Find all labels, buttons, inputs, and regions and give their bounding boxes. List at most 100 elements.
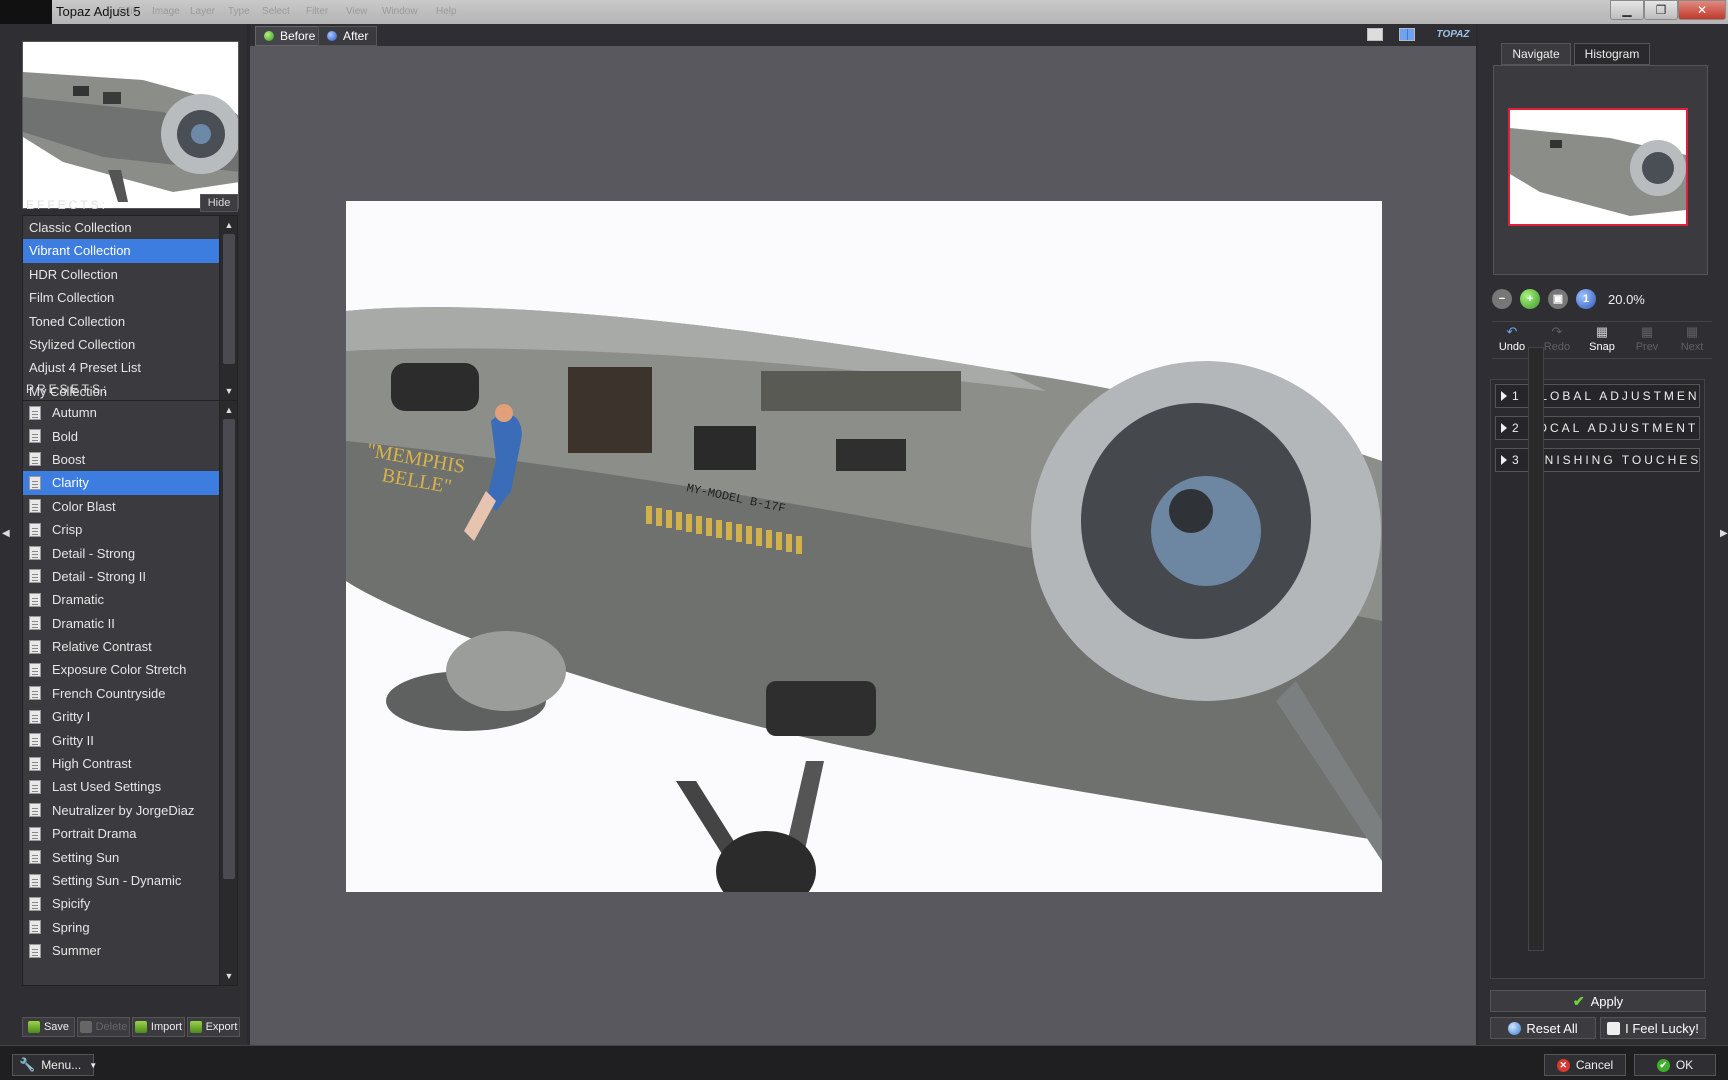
preset-file-icon [29, 920, 41, 935]
next-label: Next [1680, 341, 1704, 353]
collapse-right-icon[interactable]: ▶ [1720, 528, 1728, 539]
before-tab[interactable]: Before [255, 26, 325, 46]
menu-layer: Layer [190, 6, 216, 17]
apply-button[interactable]: ✔ Apply [1490, 990, 1706, 1012]
finishing-touches-section[interactable]: 3 FINISHING TOUCHES [1495, 448, 1700, 472]
import-icon [134, 1021, 147, 1033]
effect-item[interactable]: HDR Collection [23, 263, 237, 286]
export-preset-button[interactable]: Export [187, 1017, 240, 1037]
preset-item[interactable]: Summer [23, 939, 237, 962]
hide-preview-button[interactable]: Hide [200, 194, 238, 212]
preset-label: Portrait Drama [52, 826, 137, 842]
delete-preset-button[interactable]: Delete [77, 1017, 130, 1037]
preset-item[interactable]: Crisp [23, 518, 237, 541]
check-icon: ✔ [1572, 992, 1585, 1009]
split-view-icon[interactable] [1399, 28, 1415, 41]
preset-file-icon [29, 592, 41, 607]
effect-item[interactable]: Adjust 4 Preset List [23, 356, 237, 379]
scroll-down-icon[interactable]: ▼ [222, 384, 236, 398]
preset-label: Gritty II [52, 732, 94, 748]
next-button[interactable]: ▦ Next [1672, 322, 1712, 358]
preview-canvas: Before After TOPAZ "MEMPHIS BELLE" MY-MO… [250, 24, 1476, 1045]
main-image[interactable]: "MEMPHIS BELLE" MY-MODEL B-17F [346, 201, 1382, 892]
preset-item[interactable]: Detail - Strong II [23, 565, 237, 588]
actual-size-icon[interactable]: 1 [1576, 289, 1596, 309]
navigator-thumbnail[interactable] [1508, 108, 1688, 226]
preset-file-icon [29, 452, 41, 467]
preset-item[interactable]: Neutralizer by JorgeDiaz [23, 799, 237, 822]
preset-item[interactable]: Spicify [23, 892, 237, 915]
histogram-tab[interactable]: Histogram [1574, 43, 1650, 65]
save-preset-button[interactable]: Save [22, 1017, 75, 1037]
cancel-button[interactable]: ✕ Cancel [1544, 1054, 1626, 1076]
preset-item[interactable]: Detail - Strong [23, 541, 237, 564]
local-adjustments-section[interactable]: 2 LOCAL ADJUSTMENTS [1495, 416, 1700, 440]
preset-item[interactable]: Portrait Drama [23, 822, 237, 845]
preset-item[interactable]: Bold [23, 424, 237, 447]
zoom-in-icon[interactable]: + [1520, 289, 1540, 309]
scroll-up-icon[interactable]: ▲ [222, 403, 236, 417]
fit-to-window-icon[interactable]: ▣ [1548, 289, 1568, 309]
preset-item[interactable]: High Contrast [23, 752, 237, 775]
prev-button[interactable]: ▦ Prev [1627, 322, 1667, 358]
zoom-out-icon[interactable]: − [1492, 289, 1512, 309]
after-tab[interactable]: After [318, 26, 378, 46]
scroll-down-icon[interactable]: ▼ [222, 969, 236, 983]
preset-item[interactable]: French Countryside [23, 682, 237, 705]
preset-label: Dramatic II [52, 615, 115, 631]
presets-scrollbar[interactable]: ▲ ▼ [219, 401, 237, 985]
effects-scrollbar[interactable]: ▲ ▼ [219, 216, 237, 400]
minimize-button[interactable]: ▁ [1610, 0, 1644, 20]
preset-item[interactable]: Last Used Settings [23, 775, 237, 798]
preset-item[interactable]: Spring [23, 916, 237, 939]
effect-item[interactable]: Stylized Collection [23, 333, 237, 356]
preset-label: Neutralizer by JorgeDiaz [52, 802, 195, 818]
presets-heading: PRESETS: [26, 382, 110, 396]
global-adjustments-section[interactable]: 1 GLOBAL ADJUSTMENTS [1495, 384, 1700, 408]
close-button[interactable]: ✕ [1678, 0, 1726, 20]
preset-item[interactable]: Color Blast [23, 495, 237, 518]
preset-item[interactable]: Dramatic II [23, 612, 237, 635]
preset-label: Relative Contrast [52, 639, 152, 655]
preset-item[interactable]: Setting Sun - Dynamic [23, 869, 237, 892]
snap-button[interactable]: ▦ Snap [1582, 322, 1622, 358]
effect-item-selected[interactable]: Vibrant Collection [23, 239, 237, 263]
effect-item[interactable]: Film Collection [23, 286, 237, 309]
before-dot-icon [264, 31, 274, 41]
preset-item-selected[interactable]: Clarity [23, 471, 237, 495]
preset-item[interactable]: Dramatic [23, 588, 237, 611]
redo-label: Redo [1543, 341, 1571, 353]
import-preset-button[interactable]: Import [132, 1017, 185, 1037]
preset-label: Last Used Settings [52, 779, 162, 795]
preset-item[interactable]: Gritty I [23, 705, 237, 728]
preset-item[interactable]: Relative Contrast [23, 635, 237, 658]
adjustments-scrollbar[interactable] [1528, 347, 1544, 951]
ok-icon: ✔ [1656, 1058, 1670, 1072]
single-view-icon[interactable] [1367, 28, 1383, 41]
preset-file-icon [29, 873, 41, 888]
maximize-button[interactable]: ❐ [1644, 0, 1678, 20]
history-controls: ↶ Undo ↷ Redo ▦ Snap ▦ Prev ▦ Next [1492, 321, 1712, 359]
menu-button[interactable]: 🔧 Menu... ▼ [12, 1054, 97, 1076]
preset-label: High Contrast [52, 756, 132, 772]
preset-item[interactable]: Boost [23, 448, 237, 471]
scroll-thumb[interactable] [223, 419, 235, 879]
scroll-up-icon[interactable]: ▲ [222, 218, 236, 232]
scroll-thumb[interactable] [223, 234, 235, 364]
export-icon [189, 1021, 202, 1033]
collapse-left-icon[interactable]: ◀ [2, 528, 10, 539]
navigate-tab[interactable]: Navigate [1501, 43, 1571, 65]
undo-button[interactable]: ↶ Undo [1492, 322, 1532, 358]
preset-item[interactable]: Gritty II [23, 728, 237, 751]
effect-item[interactable]: Toned Collection [23, 310, 237, 333]
preset-item[interactable]: Setting Sun [23, 845, 237, 868]
preset-label: Detail - Strong [52, 545, 136, 561]
effect-item[interactable]: Classic Collection [23, 216, 237, 239]
reset-all-button[interactable]: Reset All [1490, 1017, 1596, 1039]
preset-item[interactable]: Exposure Color Stretch [23, 658, 237, 681]
preset-item[interactable]: Autumn [23, 401, 237, 424]
preset-file-icon [29, 522, 41, 537]
ok-button[interactable]: ✔ OK [1634, 1054, 1716, 1076]
menu-window: Window [382, 6, 418, 17]
feel-lucky-button[interactable]: I Feel Lucky! [1600, 1017, 1706, 1039]
